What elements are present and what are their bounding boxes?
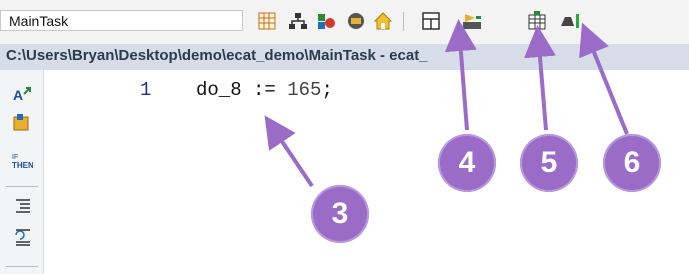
indent-icon[interactable] bbox=[11, 196, 33, 218]
editor-title: C:\Users\Bryan\Desktop\demo\ecat_demo\Ma… bbox=[6, 47, 428, 64]
toolbar-separator bbox=[403, 12, 404, 31]
toolbar: MainTask bbox=[0, 0, 689, 44]
monitor-icon[interactable] bbox=[345, 10, 367, 32]
if-then-icon[interactable]: IF THEN bbox=[11, 150, 33, 172]
code-identifier: do_8 bbox=[196, 79, 242, 101]
line-number: 1 bbox=[140, 79, 152, 101]
network-icon[interactable] bbox=[287, 10, 309, 32]
left-panel-separator bbox=[6, 266, 38, 267]
task-select-value: MainTask bbox=[9, 13, 69, 29]
debug-flags-icon[interactable] bbox=[315, 10, 337, 32]
home-icon[interactable] bbox=[372, 10, 394, 32]
code-value: 165 bbox=[287, 79, 322, 101]
callout-3: 3 bbox=[311, 185, 369, 243]
editor-left-panel: A IF THEN bbox=[0, 70, 44, 274]
block-window-icon[interactable] bbox=[420, 10, 442, 32]
outdent-icon[interactable] bbox=[11, 226, 33, 248]
insert-function-icon[interactable] bbox=[11, 112, 33, 134]
code-terminator: ; bbox=[321, 79, 333, 101]
svg-text:THEN: THEN bbox=[12, 161, 33, 170]
run-icon[interactable] bbox=[558, 10, 580, 32]
code-line[interactable]: do_8 := 165; bbox=[196, 79, 333, 101]
auto-format-icon[interactable]: A bbox=[11, 84, 33, 106]
editor-titlebar: C:\Users\Bryan\Desktop\demo\ecat_demo\Ma… bbox=[0, 44, 689, 70]
callout-5: 5 bbox=[520, 134, 578, 192]
svg-text:IF: IF bbox=[12, 154, 18, 161]
left-panel-separator bbox=[6, 186, 38, 187]
callout-6: 6 bbox=[603, 134, 661, 192]
task-select[interactable]: MainTask bbox=[0, 10, 243, 31]
svg-text:A: A bbox=[13, 87, 23, 103]
variable-table-icon[interactable] bbox=[256, 10, 278, 32]
compile-icon[interactable] bbox=[461, 10, 483, 32]
download-icon[interactable] bbox=[526, 10, 548, 32]
code-operator: := bbox=[241, 79, 288, 101]
callout-4: 4 bbox=[438, 134, 496, 192]
